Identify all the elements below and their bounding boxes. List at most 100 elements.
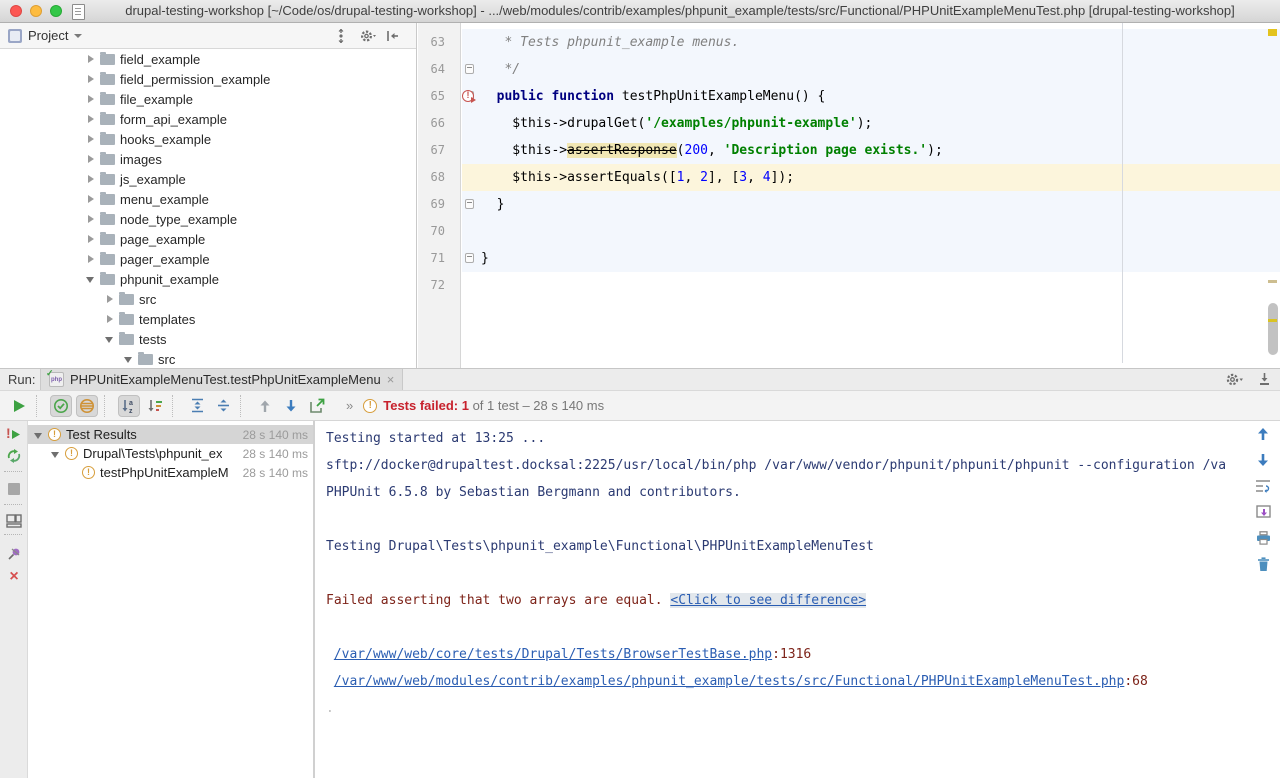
previous-occurrence-button[interactable] — [254, 395, 276, 417]
editor-scrollbar[interactable] — [1268, 303, 1278, 355]
next-occurrence-button[interactable] — [280, 395, 302, 417]
test-console-output[interactable]: Testing started at 13:25 ...sftp://docke… — [315, 421, 1280, 778]
error-stripe-warning-icon[interactable] — [1268, 29, 1277, 36]
chevron-down-icon[interactable] — [105, 334, 115, 344]
settings-gear-icon[interactable] — [1225, 372, 1243, 387]
export-test-results-button[interactable] — [306, 395, 328, 417]
minimize-window-button[interactable] — [30, 5, 42, 17]
code-area[interactable]: * Tests phpunit_example menus. */ public… — [462, 23, 1280, 368]
chevron-right-icon[interactable] — [86, 54, 96, 64]
close-icon[interactable]: × — [4, 567, 24, 587]
console-line: /var/www/web/modules/contrib/examples/ph… — [326, 668, 1280, 695]
test-name: testPhpUnitExampleM — [100, 465, 229, 480]
sort-alphabetically-toggle[interactable]: az — [118, 395, 140, 417]
document-icon — [72, 4, 85, 20]
zoom-window-button[interactable] — [50, 5, 62, 17]
project-view-selector[interactable]: Project — [8, 23, 82, 48]
chevron-right-icon[interactable] — [86, 74, 96, 84]
rerun-button[interactable] — [8, 395, 30, 417]
project-tree-item[interactable]: hooks_example — [0, 129, 416, 149]
project-panel: Project field_examplefield_permission_ex… — [0, 23, 417, 368]
run-tab-title: PHPUnitExampleMenuTest.testPhpUnitExampl… — [70, 372, 381, 387]
failed-test-run-icon[interactable]: ! — [462, 90, 474, 102]
chevron-right-icon[interactable] — [86, 154, 96, 164]
project-tree-item[interactable]: images — [0, 149, 416, 169]
preview-icon[interactable] — [4, 511, 24, 531]
fold-marker-icon[interactable] — [465, 64, 474, 74]
code-line: * Tests phpunit_example menus. — [462, 29, 1280, 56]
chevron-right-icon[interactable] — [86, 254, 96, 264]
console-link[interactable]: /var/www/web/core/tests/Drupal/Tests/Bro… — [334, 647, 772, 662]
project-tree-item[interactable]: field_permission_example — [0, 69, 416, 89]
project-tree-item[interactable]: form_api_example — [0, 109, 416, 129]
down-stack-trace-icon[interactable] — [1252, 449, 1274, 471]
console-link[interactable]: /var/www/web/modules/contrib/examples/ph… — [334, 674, 1125, 689]
chevron-right-icon[interactable] — [86, 94, 96, 104]
project-tree-item[interactable]: js_example — [0, 169, 416, 189]
chevron-right-icon[interactable] — [86, 174, 96, 184]
test-results-tree[interactable]: !Test Results28 s 140 ms!Drupal\Tests\ph… — [28, 421, 313, 778]
folder-icon — [100, 194, 115, 205]
sort-by-duration-button[interactable] — [144, 395, 166, 417]
project-tree-item[interactable]: menu_example — [0, 189, 416, 209]
rerun-icon[interactable] — [4, 446, 24, 466]
print-icon[interactable] — [1252, 527, 1274, 549]
chevron-right-icon[interactable] — [86, 194, 96, 204]
collapse-all-button[interactable] — [212, 395, 234, 417]
code-token: */ — [481, 62, 520, 77]
chevron-right-icon[interactable] — [86, 214, 96, 224]
code-token — [481, 89, 497, 104]
hide-panel-icon[interactable] — [1257, 372, 1272, 387]
run-configuration-tab[interactable]: php PHPUnitExampleMenuTest.testPhpUnitEx… — [40, 369, 403, 390]
project-tree-item[interactable]: page_example — [0, 229, 416, 249]
scroll-from-source-icon[interactable] — [334, 29, 350, 43]
chevron-right-icon[interactable] — [86, 234, 96, 244]
expand-all-button[interactable] — [186, 395, 208, 417]
rerun-failed-tests-icon[interactable]: ! — [4, 423, 24, 443]
code-editor[interactable]: * Tests phpunit_example menus. */ public… — [418, 23, 1280, 368]
chevron-right-icon[interactable] — [105, 314, 115, 324]
chevron-down-icon[interactable] — [124, 354, 134, 364]
project-tree-item[interactable]: node_type_example — [0, 209, 416, 229]
fold-marker-icon[interactable] — [465, 199, 474, 209]
project-tree-item[interactable]: field_example — [0, 49, 416, 69]
soft-wrap-icon[interactable] — [1252, 475, 1274, 497]
chevron-down-icon — [74, 34, 82, 38]
toolbar-overflow-chevrons[interactable]: » — [346, 398, 353, 413]
error-stripe-mark-2[interactable] — [1268, 319, 1277, 322]
show-passed-toggle[interactable] — [50, 395, 72, 417]
pin-tab-icon[interactable] — [4, 543, 24, 563]
project-panel-title: Project — [28, 28, 68, 43]
close-tab-icon[interactable]: × — [387, 373, 395, 386]
test-tree-item[interactable]: !Test Results28 s 140 ms — [28, 425, 313, 444]
up-stack-trace-icon[interactable] — [1252, 423, 1274, 445]
scroll-to-end-icon[interactable] — [1252, 501, 1274, 523]
project-tree-item[interactable]: pager_example — [0, 249, 416, 269]
settings-gear-icon[interactable] — [360, 29, 376, 43]
test-tree-item[interactable]: !testPhpUnitExampleM28 s 140 ms — [28, 463, 313, 482]
project-tree-item[interactable]: file_example — [0, 89, 416, 109]
project-tree-item[interactable]: phpunit_example — [0, 269, 416, 289]
project-tree-item[interactable]: templates — [0, 309, 416, 329]
project-tree-item[interactable]: src — [0, 349, 416, 367]
chevron-right-icon[interactable] — [86, 134, 96, 144]
chevron-right-icon[interactable] — [105, 294, 115, 304]
chevron-right-icon[interactable] — [86, 114, 96, 124]
chevron-down-icon[interactable] — [51, 449, 61, 459]
clear-all-icon[interactable] — [1252, 553, 1274, 575]
test-tree-item[interactable]: !Drupal\Tests\phpunit_ex28 s 140 ms — [28, 444, 313, 463]
console-line: PHPUnit 6.5.8 by Sebastian Bergmann and … — [326, 479, 1280, 506]
hide-panel-icon[interactable] — [386, 29, 402, 43]
close-window-button[interactable] — [10, 5, 22, 17]
code-line: $this->assertEquals([1, 2], [3, 4]); — [462, 164, 1280, 191]
chevron-down-icon[interactable] — [34, 430, 44, 440]
fold-marker-icon[interactable] — [465, 253, 474, 263]
project-tree[interactable]: field_examplefield_permission_examplefil… — [0, 49, 416, 367]
project-tree-item[interactable]: tests — [0, 329, 416, 349]
console-link[interactable]: <Click to see difference> — [670, 593, 866, 608]
show-ignored-toggle[interactable] — [76, 395, 98, 417]
chevron-down-icon[interactable] — [86, 274, 96, 284]
error-stripe-mark[interactable] — [1268, 280, 1277, 283]
console-text: Failed asserting that two arrays are equ… — [326, 593, 670, 608]
project-tree-item[interactable]: src — [0, 289, 416, 309]
